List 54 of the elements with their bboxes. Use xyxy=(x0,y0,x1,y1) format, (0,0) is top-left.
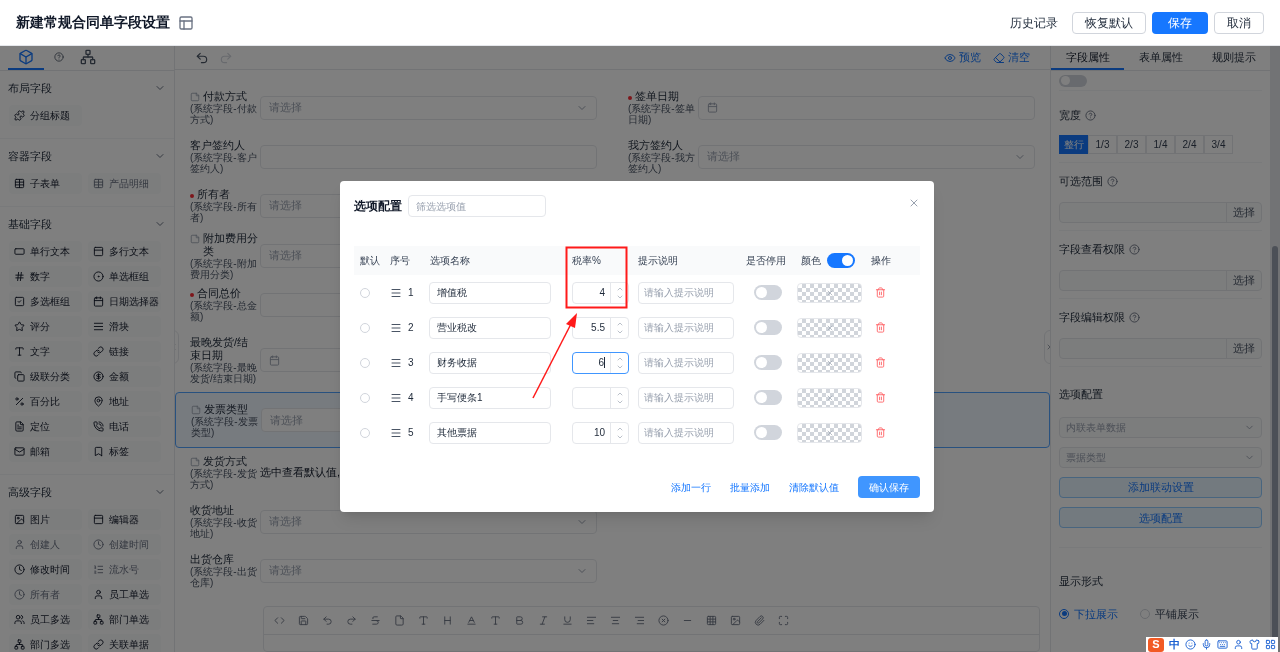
property-label: 字段编辑权限 xyxy=(1059,309,1125,325)
column-header: 序号 xyxy=(390,254,410,268)
property-label: 可选范围 xyxy=(1059,173,1103,189)
field-label: 附加费用分类 xyxy=(203,231,258,257)
column-header: 是否停用 xyxy=(746,254,786,268)
field-hint: (系统字段-付款方式) xyxy=(190,103,258,125)
field-label: 付款方式 xyxy=(203,90,247,103)
field-hint: (系统字段-出货仓库) xyxy=(190,566,258,588)
row-number: 1 xyxy=(408,286,414,300)
rate-value: 4 xyxy=(599,286,605,300)
rate-value: 5.5 xyxy=(591,321,605,335)
field-label: 所有者 xyxy=(197,188,230,201)
page-title: 新建常规合同单字段设置 xyxy=(16,13,170,32)
column-header: 默认 xyxy=(360,254,380,268)
section-title: 基础字段 xyxy=(8,216,52,232)
field-label: 客户签约人 xyxy=(190,139,245,152)
section-title: 布局字段 xyxy=(8,80,52,96)
property-label: 选项配置 xyxy=(1059,388,1103,400)
rate-value: 6 xyxy=(598,356,604,370)
row-number: 3 xyxy=(408,356,414,370)
row-number: 5 xyxy=(408,426,414,440)
field-hint: (系统字段-收货地址) xyxy=(190,517,258,539)
column-header: 税率% xyxy=(572,254,601,268)
rate-value: 10 xyxy=(593,426,605,440)
default-value-text: 选中查看默认值, xyxy=(260,465,341,481)
field-label: 合同总价 xyxy=(197,287,241,300)
column-header: 选项名称 xyxy=(430,254,470,268)
field-label: 发货方式 xyxy=(203,455,247,468)
row-number: 2 xyxy=(408,321,414,335)
width-label: 宽度 xyxy=(1059,107,1081,123)
field-hint: (系统字段-我方签约人) xyxy=(628,152,696,174)
field-label: 签单日期 xyxy=(635,90,679,103)
field-label: 我方签约人 xyxy=(628,139,683,152)
row-number: 4 xyxy=(408,391,414,405)
column-header: 提示说明 xyxy=(638,254,678,268)
field-hint: (系统字段-发货方式) xyxy=(190,468,258,490)
field-label: 收货地址 xyxy=(190,504,234,517)
property-label: 显示形式 xyxy=(1059,574,1103,587)
column-header: 颜色 xyxy=(801,254,821,268)
column-header: 操作 xyxy=(871,254,891,268)
section-title: 高级字段 xyxy=(8,484,52,500)
field-hint: (系统字段-签单日期) xyxy=(628,103,696,125)
field-label: 最晚发货/结束日期 xyxy=(190,336,250,362)
section-title: 容器字段 xyxy=(8,148,52,164)
field-hint: (系统字段-客户签约人) xyxy=(190,152,258,174)
field-hint: (系统字段-附加费用分类) xyxy=(190,257,258,280)
property-label: 字段查看权限 xyxy=(1059,241,1125,257)
dialog-title: 选项配置 xyxy=(354,198,402,215)
field-label: 出货仓库 xyxy=(190,553,234,566)
field-hint: (系统字段-发票类型) xyxy=(191,415,259,438)
field-hint: (系统字段-所有者) xyxy=(190,201,258,223)
field-label: 发票类型 xyxy=(204,402,248,415)
field-hint: (系统字段-总金额) xyxy=(190,300,258,322)
field-hint: (系统字段-最晚发货/结束日期) xyxy=(190,362,258,384)
